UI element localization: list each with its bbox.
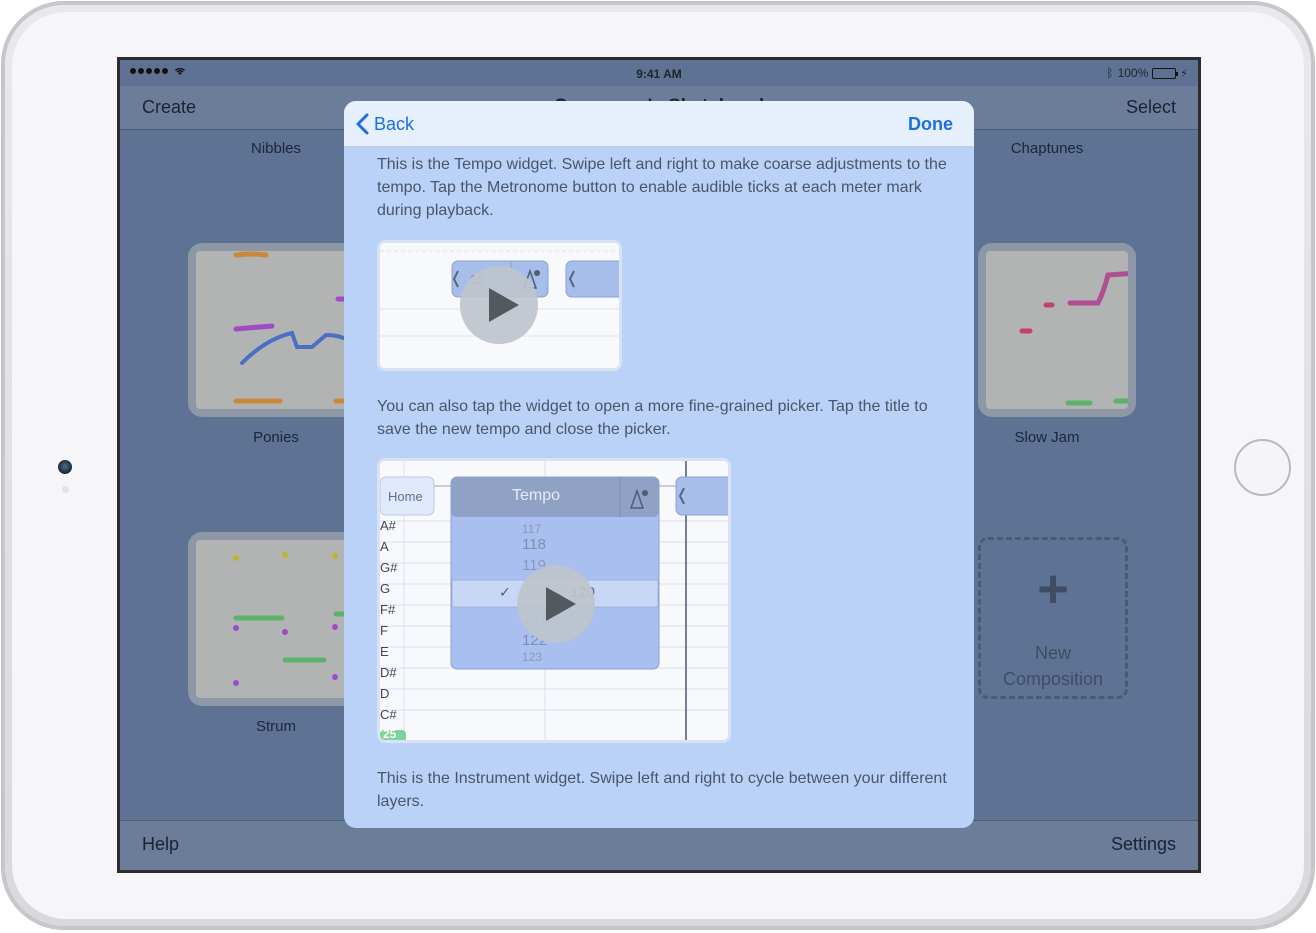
picker-value: 123: [522, 650, 543, 664]
note-sketch: [233, 251, 356, 404]
composition-tile-slow-jam[interactable]: [978, 243, 1136, 417]
picker-value: 118: [522, 536, 546, 553]
charging-icon: ⚡: [1180, 67, 1188, 80]
tile-preview: [196, 251, 356, 409]
tempo-picker-title: Tempo: [511, 487, 561, 504]
instrument-description: This is the Instrument widget. Swipe lef…: [377, 770, 947, 810]
done-button[interactable]: Done: [908, 114, 953, 135]
note-label: G#: [380, 560, 398, 575]
tempo-widget-video[interactable]: 12: [377, 240, 622, 371]
note-label: D#: [380, 665, 397, 680]
front-camera: [58, 460, 72, 474]
checkmark-icon: ✓: [499, 584, 511, 600]
composition-tile-strum[interactable]: [188, 532, 364, 706]
help-modal: Back Done This is the Tempo widget. Swip…: [344, 101, 974, 828]
picker-description: You can also tap the widget to open a mo…: [377, 398, 928, 438]
composition-tile-ponies[interactable]: [188, 243, 364, 417]
note-label: G: [380, 581, 391, 596]
bluetooth-icon: ᛒ: [1106, 66, 1114, 80]
select-button[interactable]: Select: [1126, 97, 1176, 118]
new-composition-label: New Composition: [1002, 643, 1104, 689]
back-button[interactable]: Back: [356, 113, 414, 135]
home-button[interactable]: [1234, 439, 1291, 496]
plus-icon: +: [1037, 559, 1069, 619]
tile-preview: [986, 251, 1128, 409]
tile-preview: [196, 540, 356, 698]
tempo-picker-video[interactable]: Home Tempo 117 118 119 120 121 122 123 ✓…: [377, 458, 731, 743]
note-sketch: [233, 552, 356, 686]
play-icon[interactable]: [517, 565, 595, 643]
back-label: Back: [374, 113, 415, 134]
note-label: F#: [380, 602, 396, 617]
tempo-description: This is the Tempo widget. Swipe left and…: [377, 156, 947, 219]
status-bar: 9:41 AM ᛒ 100% ⚡: [120, 60, 1198, 86]
tile-label-slow-jam: Slow Jam: [1014, 429, 1080, 446]
picker-value: 117: [522, 522, 542, 536]
clock: 9:41 AM: [636, 67, 682, 81]
tile-label-chaptunes: Chaptunes: [1010, 140, 1084, 157]
battery-icon: [1152, 67, 1179, 79]
note-label: C#: [380, 707, 397, 722]
note-sketch: [1019, 271, 1128, 406]
modal-header: Back Done: [344, 101, 974, 147]
note-label: A#: [380, 518, 396, 533]
status-right: ᛒ 100% ⚡: [1106, 66, 1188, 80]
chevron-left-icon: [356, 113, 369, 135]
settings-button[interactable]: Settings: [1111, 834, 1176, 855]
battery-percent: 100%: [1117, 66, 1149, 80]
light-sensor: [62, 486, 69, 493]
note-label: A: [380, 539, 389, 554]
note-label: F: [380, 623, 388, 638]
note-label: D: [380, 686, 390, 701]
play-icon[interactable]: [460, 266, 538, 344]
measure-badge: 25: [383, 727, 397, 741]
new-composition-button[interactable]: + New Composition: [978, 537, 1128, 699]
help-button[interactable]: Help: [142, 834, 179, 855]
note-label: E: [380, 644, 389, 659]
home-button-preview: Home: [388, 489, 423, 504]
